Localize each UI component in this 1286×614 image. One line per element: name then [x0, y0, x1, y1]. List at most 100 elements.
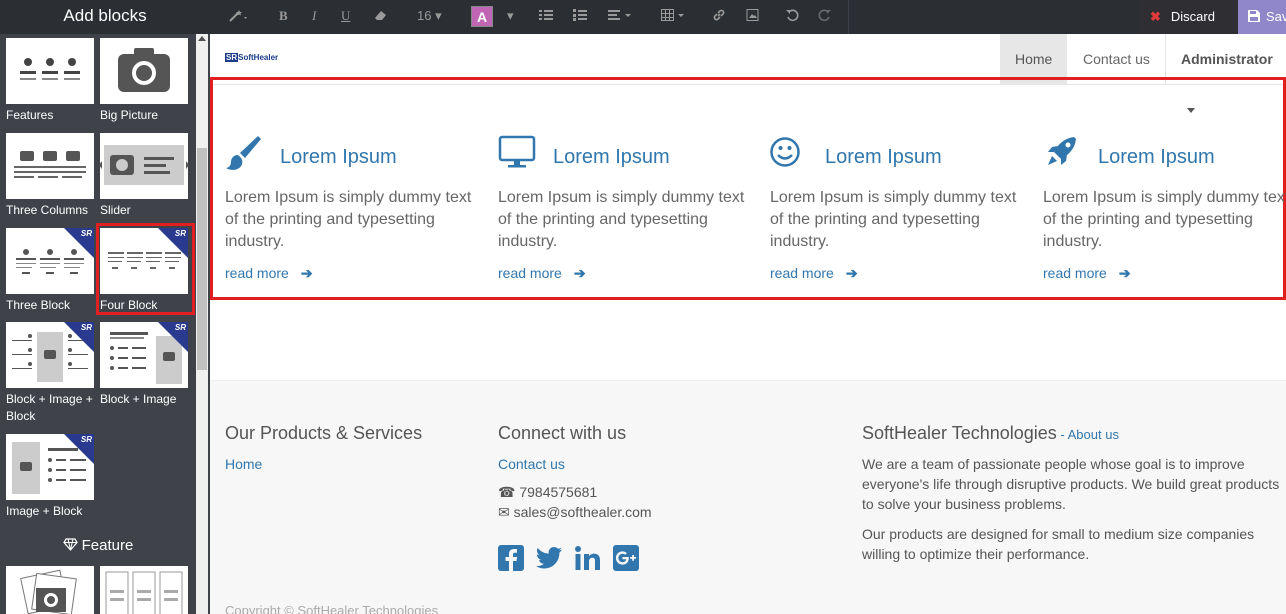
read-more-link[interactable]: read more ➔ — [225, 265, 313, 282]
footer-company-column: SoftHealer Technologies - About us We ar… — [862, 423, 1282, 564]
editor-root: Add blocks Features Big Picture Three Co… — [0, 0, 1286, 614]
footer-products-column: Our Products & Services Home — [225, 423, 422, 472]
google-plus-icon[interactable] — [613, 545, 640, 576]
block-label: Image + Block — [6, 504, 83, 518]
underline-icon[interactable]: U — [341, 8, 350, 24]
feature-title: Lorem Ipsum — [825, 146, 942, 168]
company-description: We are a team of passionate people whose… — [862, 456, 1280, 512]
link-icon[interactable] — [712, 8, 726, 25]
read-more-label: read more — [770, 265, 834, 281]
block-block-image[interactable]: SR Block + Image — [100, 322, 188, 408]
add-blocks-sidebar: Add blocks Features Big Picture Three Co… — [0, 0, 210, 614]
read-more-link[interactable]: read more ➔ — [1043, 265, 1131, 282]
site-footer: Our Products & Services Home Connect wit… — [210, 380, 1286, 614]
feature-section-label: Feature — [81, 537, 134, 554]
block-label: Slider — [100, 203, 131, 217]
block-three-block[interactable]: SR Three Block — [6, 228, 94, 314]
floppy-disk-icon — [1248, 10, 1260, 22]
footer-connect-column: Connect with us Contact us ☎ 7984575681 … — [498, 423, 652, 522]
arrow-right-icon: ➔ — [573, 265, 586, 281]
desktop-icon — [498, 134, 536, 172]
paint-brush-icon — [225, 134, 263, 172]
email-address[interactable]: sales@softhealer.com — [514, 504, 652, 520]
read-more-label: read more — [498, 265, 562, 281]
social-links — [498, 545, 647, 576]
arrow-right-icon: ➔ — [300, 265, 313, 281]
block-label: Block + Image — [100, 392, 177, 406]
numbered-list-icon[interactable] — [573, 8, 587, 25]
company-logo[interactable]: SRSoftHealer — [225, 53, 278, 62]
smile-icon — [770, 134, 808, 172]
block-feature-cards[interactable] — [100, 566, 188, 614]
twitter-icon[interactable] — [536, 547, 563, 574]
feature-gallery-thumbnail — [6, 566, 94, 614]
color-dropdown-caret[interactable]: ▾ — [507, 8, 514, 24]
products-heading: Our Products & Services — [225, 423, 423, 443]
phone-number: 7984575681 — [519, 484, 598, 500]
save-button[interactable]: Save — [1238, 0, 1286, 34]
phone-icon: ☎ — [498, 484, 516, 500]
sidebar-scrollbar[interactable] — [196, 34, 208, 614]
sidebar-title: Add blocks — [0, 0, 210, 34]
bold-icon[interactable]: B — [279, 8, 288, 24]
feature-section-title: Feature — [0, 537, 196, 554]
footer-contact-link[interactable]: Contact us — [498, 456, 652, 472]
read-more-label: read more — [1043, 265, 1107, 281]
discard-button[interactable]: ✖ Discard — [1138, 0, 1238, 34]
diamond-icon — [62, 538, 78, 551]
linkedin-icon[interactable] — [574, 546, 601, 575]
email-line: ✉ sales@softhealer.com — [498, 502, 652, 522]
feature-description: Lorem Ipsum is simply dummy text of the … — [225, 189, 472, 250]
editor-toolbar: B I U 16 ▾ A ▾ ✖ Discard Sav — [210, 0, 1286, 34]
italic-icon[interactable]: I — [312, 8, 316, 24]
block-feature-gallery[interactable] — [6, 566, 94, 614]
block-big-picture[interactable]: Big Picture — [100, 38, 188, 124]
image-icon[interactable] — [746, 8, 760, 25]
text-color-button[interactable]: A — [471, 6, 493, 27]
toolbar-separator — [848, 0, 849, 34]
font-size-dropdown[interactable]: 16 ▾ — [417, 8, 442, 24]
about-us-link[interactable]: About us — [1068, 427, 1119, 442]
block-block-image-block[interactable]: SR Block + Image + Block — [6, 322, 94, 425]
block-label: Features — [6, 108, 54, 122]
block-three-columns[interactable]: Three Columns — [6, 133, 94, 219]
footer-home-link[interactable]: Home — [225, 456, 422, 472]
three-columns-thumbnail — [6, 133, 94, 199]
read-more-link[interactable]: read more ➔ — [498, 265, 586, 282]
facebook-icon[interactable] — [498, 545, 524, 576]
slider-thumbnail — [100, 133, 188, 199]
arrow-right-icon: ➔ — [845, 265, 858, 281]
selected-block-highlight — [96, 223, 195, 315]
feature-title: Lorem Ipsum — [553, 146, 670, 168]
rocket-icon — [1043, 134, 1081, 172]
block-slider[interactable]: Slider — [100, 133, 188, 219]
feature-cards-thumbnail — [100, 566, 188, 614]
scrollbar-thumb[interactable] — [197, 148, 207, 370]
image-block-thumbnail: SR — [6, 434, 94, 500]
save-label: Save — [1266, 9, 1286, 24]
table-dropdown-icon[interactable] — [661, 8, 687, 25]
three-block-thumbnail: SR — [6, 228, 94, 294]
read-more-link[interactable]: read more ➔ — [770, 265, 858, 282]
company-name: SoftHealer Technologies — [862, 423, 1057, 443]
block-features[interactable]: Features — [6, 38, 94, 124]
scroll-up-arrow[interactable] — [198, 36, 206, 41]
connect-heading: Connect with us — [498, 423, 627, 443]
block-image-thumbnail: SR — [100, 322, 188, 388]
about-separator: - — [1056, 427, 1068, 442]
align-dropdown-icon[interactable] — [608, 8, 634, 25]
company-description-2: Our products are designed for small to m… — [862, 526, 1255, 562]
sr-badge-text: SR — [80, 229, 92, 238]
sr-badge-text: SR — [80, 435, 92, 444]
eraser-icon[interactable] — [373, 8, 389, 25]
feature-description: Lorem Ipsum is simply dummy text of the … — [1043, 189, 1286, 250]
bullet-list-icon[interactable] — [539, 8, 553, 25]
block-image-block[interactable]: SR Image + Block — [6, 434, 94, 520]
admin-label: Administrator — [1181, 51, 1273, 67]
magic-wand-icon[interactable] — [228, 8, 250, 27]
website-preview: SRSoftHealer Home Contact us Administrat… — [210, 34, 1286, 614]
undo-icon[interactable] — [785, 8, 799, 25]
features-thumbnail — [6, 38, 94, 104]
redo-icon[interactable] — [818, 8, 832, 25]
arrow-right-icon: ➔ — [1118, 265, 1131, 281]
